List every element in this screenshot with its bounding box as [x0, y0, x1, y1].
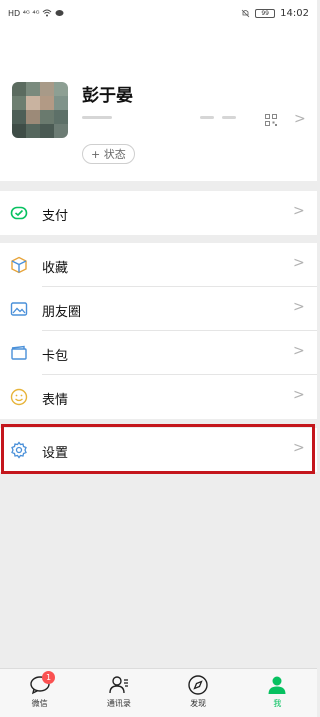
status-left: HD ⁴ᴳ ⁴ᴳ: [8, 9, 64, 18]
menu-item-cards[interactable]: 卡包 >: [0, 331, 317, 375]
tab-chats[interactable]: 1 微信: [0, 669, 79, 717]
cards-icon: [11, 345, 27, 360]
menu-item-label: 表情: [42, 393, 69, 408]
menu-item-label: 卡包: [42, 349, 69, 364]
profile-nickname: 彭于晏: [82, 86, 133, 106]
chevron-right-icon: >: [293, 343, 305, 359]
message-app-icon: [55, 10, 64, 16]
status-bar: HD ⁴ᴳ ⁴ᴳ 99 14:02: [0, 0, 317, 26]
battery-indicator: 99: [255, 8, 276, 18]
tab-discover[interactable]: 发现: [159, 669, 238, 717]
favorites-icon: [11, 256, 27, 274]
add-status-label: + 状态: [91, 148, 126, 161]
menu-item-label: 朋友圈: [42, 305, 82, 320]
clock: 14:02: [280, 7, 309, 19]
add-status-button[interactable]: + 状态: [82, 144, 135, 164]
menu-item-pay[interactable]: 支付 >: [0, 191, 317, 235]
tab-label: 通讯录: [106, 699, 131, 708]
stickers-icon: [10, 388, 28, 406]
menu-item-stickers[interactable]: 表情 >: [0, 375, 317, 419]
contacts-icon: [109, 676, 128, 694]
wifi-icon: [43, 9, 52, 17]
tab-label: 我: [273, 699, 282, 708]
pay-icon: [10, 206, 28, 220]
settings-highlight-box: [1, 424, 315, 474]
main-menu-section: 收藏 > 朋友圈 > 卡包 > 表情 >: [0, 243, 317, 419]
profile-chevron-icon: >: [294, 111, 306, 127]
status-right: 99 14:02: [241, 8, 309, 19]
menu-item-label: 收藏: [42, 261, 69, 276]
tab-contacts[interactable]: 通讯录: [79, 669, 158, 717]
discover-icon: [188, 675, 208, 695]
mute-icon: [241, 9, 250, 17]
qr-code-icon[interactable]: [265, 114, 277, 126]
moments-icon: [10, 302, 28, 316]
bottom-tab-bar: 1 微信 通讯录 发现 我: [0, 668, 317, 717]
menu-item-favorites[interactable]: 收藏 >: [0, 243, 317, 287]
me-icon: [268, 676, 286, 694]
chevron-right-icon: >: [293, 255, 305, 271]
avatar[interactable]: [12, 82, 68, 138]
tab-label: 微信: [31, 699, 48, 708]
chevron-right-icon: >: [293, 203, 305, 219]
menu-item-moments[interactable]: 朋友圈 >: [0, 287, 317, 331]
signal-text: HD ⁴ᴳ ⁴ᴳ: [8, 8, 40, 18]
tab-me[interactable]: 我: [238, 669, 317, 717]
chevron-right-icon: >: [293, 387, 305, 403]
menu-item-label: 支付: [42, 209, 69, 224]
pay-section: 支付 >: [0, 191, 317, 235]
profile-header[interactable]: 彭于晏 > + 状态: [0, 26, 317, 181]
chevron-right-icon: >: [293, 299, 305, 315]
tab-label: 发现: [190, 699, 207, 708]
unread-badge: 1: [42, 671, 55, 684]
wechat-id-blurred: [82, 112, 252, 122]
